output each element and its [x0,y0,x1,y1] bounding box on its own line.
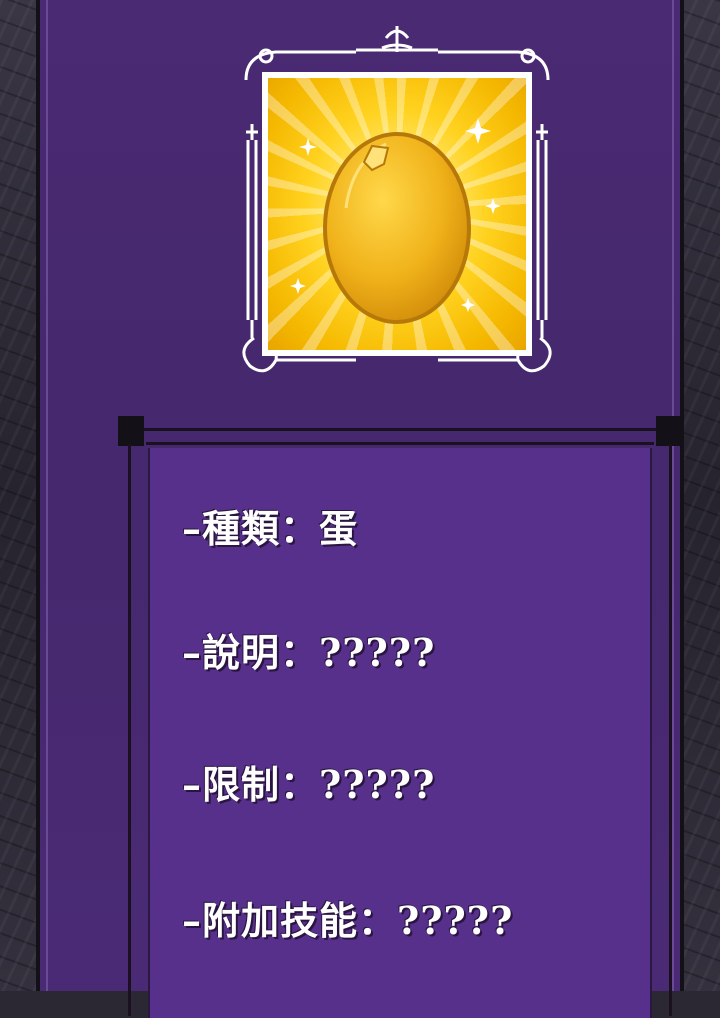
stat-extra-skill: –附加技能：????? [182,898,514,943]
panel-side-left [128,444,131,1016]
window-border-left [46,0,48,991]
item-icon-frame [236,20,558,380]
golden-egg-slot[interactable] [262,72,532,356]
golden-egg-icon [290,118,501,324]
panel-side-right [669,444,672,1016]
item-window: –種類：蛋 –說明：????? –限制：????? –附加技能：????? [36,0,684,1018]
stat-restriction: –限制：????? [182,762,436,807]
stat-type: –種類：蛋 [182,506,359,551]
panel-corner-left [118,416,144,446]
item-info-panel: –種類：蛋 –說明：????? –限制：????? –附加技能：????? [118,416,682,1018]
panel-top-border [118,428,682,431]
panel-inner-top-border [146,442,654,445]
panel-corner-right [656,416,682,446]
stat-description: –說明：????? [182,630,436,675]
